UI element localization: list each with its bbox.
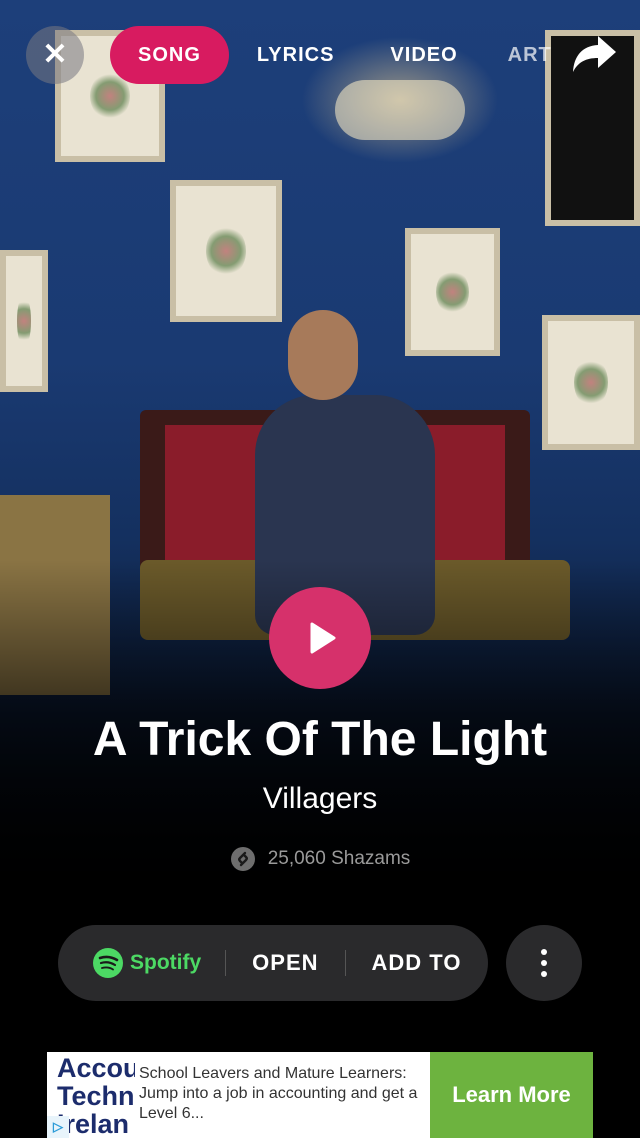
wall-lamp-decor <box>335 80 465 140</box>
picture-frame <box>0 250 48 392</box>
picture-frame <box>405 228 500 356</box>
spotify-icon <box>93 948 123 978</box>
track-title: A Trick Of The Light <box>92 713 548 766</box>
spotify-brand: Spotify <box>58 947 225 979</box>
play-button[interactable] <box>269 587 371 689</box>
more-options-button[interactable] <box>506 925 582 1001</box>
ad-choices-icon[interactable]: ▷ <box>47 1116 69 1138</box>
shazam-icon <box>230 847 255 871</box>
more-dot-icon <box>541 960 547 966</box>
tab-artist[interactable]: ART <box>486 26 552 84</box>
picture-frame <box>542 315 640 450</box>
more-dot-icon <box>541 949 547 955</box>
ad-logo[interactable]: Accou Techn Irelan ▷ <box>47 1052 135 1138</box>
ad-logo-line: Techn <box>57 1081 135 1111</box>
ad-logo-line: Accou <box>57 1053 135 1083</box>
close-icon: ✕ <box>42 38 68 71</box>
shazam-count-text: 25,060 Shazams <box>267 848 411 869</box>
add-to-button[interactable]: ADD TO <box>346 950 488 976</box>
spotify-label: Spotify <box>130 951 202 974</box>
more-dot-icon <box>541 971 547 977</box>
learn-more-button[interactable]: Learn More <box>430 1052 593 1138</box>
ad-banner[interactable]: Accou Techn Irelan ▷ School Leavers and … <box>47 1052 593 1138</box>
tab-video[interactable]: VIDEO <box>362 26 485 84</box>
play-icon <box>310 622 336 654</box>
open-button[interactable]: OPEN <box>226 950 344 976</box>
shazam-count: 25,060 Shazams <box>0 846 640 872</box>
tab-song[interactable]: SONG <box>110 26 229 84</box>
share-icon <box>573 36 616 72</box>
tab-lyrics[interactable]: LYRICS <box>229 26 363 84</box>
ad-text[interactable]: School Leavers and Mature Learners: Jump… <box>135 1052 430 1138</box>
track-artist[interactable]: Villagers <box>0 782 640 816</box>
tab-bar: SONG LYRICS VIDEO ART <box>110 26 552 84</box>
picture-frame <box>170 180 282 322</box>
close-button[interactable]: ✕ <box>26 26 84 84</box>
streaming-action-bar: Spotify OPEN ADD TO <box>58 925 488 1001</box>
artist-head <box>288 310 358 400</box>
share-button[interactable] <box>568 28 620 80</box>
